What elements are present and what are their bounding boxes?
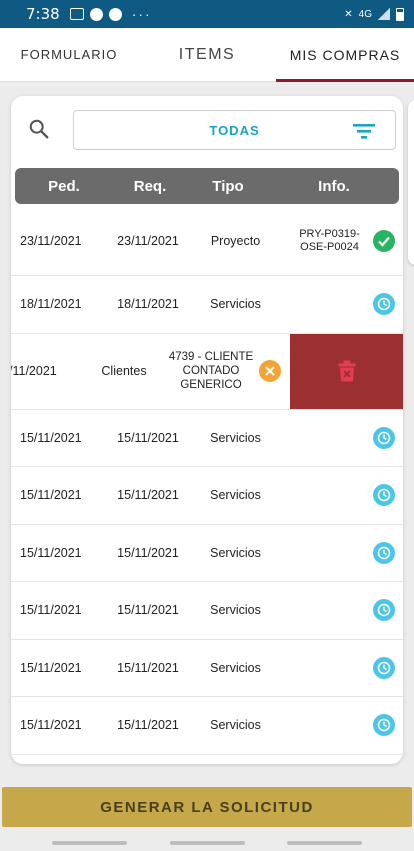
ped-date: 15/11/2021 bbox=[20, 603, 82, 618]
image-icon bbox=[69, 8, 84, 20]
tab-formulario[interactable]: FORMULARIO bbox=[0, 28, 138, 81]
tipo: Servicios bbox=[210, 718, 261, 733]
ped-date: /11/2021 bbox=[11, 364, 57, 378]
table-row[interactable]: 15/11/2021 15/11/2021 Servicios bbox=[11, 697, 403, 755]
clock-icon bbox=[373, 484, 395, 507]
clock-icon bbox=[373, 714, 395, 737]
messenger-icon bbox=[108, 7, 122, 21]
req-date: 18/11/2021 bbox=[117, 297, 179, 312]
purchases-list: 23/11/2021 23/11/2021 Proyecto PRY-P0319… bbox=[11, 206, 403, 755]
tipo: Servicios bbox=[210, 430, 261, 445]
status-filter-select[interactable]: TODAS bbox=[73, 110, 396, 150]
clock-icon bbox=[373, 656, 395, 679]
table-row[interactable]: 15/11/2021 15/11/2021 Servicios bbox=[11, 640, 403, 697]
search-icon[interactable] bbox=[28, 118, 50, 140]
delete-button[interactable] bbox=[290, 333, 403, 409]
req-date: 15/11/2021 bbox=[117, 545, 179, 560]
generate-request-button[interactable]: GENERAR LA SOLICITUD bbox=[2, 787, 412, 827]
clock-icon bbox=[373, 293, 395, 316]
table-row[interactable]: 15/11/2021 15/11/2021 Servicios bbox=[11, 525, 403, 582]
tipo: Servicios bbox=[210, 660, 261, 675]
more-notifications: ··· bbox=[131, 6, 152, 22]
ped-date: 18/11/2021 bbox=[20, 297, 82, 312]
system-icons: ✕ 4G bbox=[344, 7, 404, 21]
purchases-card: TODAS Ped. Req. Tipo Info. 23/11/2021 23… bbox=[11, 96, 403, 764]
adjacent-page-edge bbox=[408, 100, 414, 265]
battery-icon bbox=[396, 7, 404, 21]
tab-mis-compras[interactable]: MIS COMPRAS bbox=[276, 28, 414, 82]
tipo: Proyecto bbox=[210, 233, 261, 248]
req-date: 15/11/2021 bbox=[117, 718, 179, 733]
system-nav-bar bbox=[0, 832, 414, 851]
tipo: Clientes bbox=[101, 364, 147, 378]
clock-time: 7:38 bbox=[26, 5, 60, 23]
req-date: 23/11/2021 bbox=[117, 233, 179, 248]
table-row-swiped[interactable]: /11/2021 Clientes 4739 - CLIENTE CONTADO… bbox=[11, 333, 403, 410]
filter-selected-value: TODAS bbox=[209, 122, 260, 138]
table-row[interactable]: 18/11/2021 18/11/2021 Servicios bbox=[11, 276, 403, 334]
tipo: Servicios bbox=[210, 545, 261, 560]
search-row: TODAS bbox=[11, 96, 403, 162]
clock-icon bbox=[373, 426, 395, 449]
network-label: 4G bbox=[358, 8, 372, 20]
table-header: Ped. Req. Tipo Info. bbox=[15, 168, 399, 204]
table-row[interactable]: 15/11/2021 15/11/2021 Servicios bbox=[11, 582, 403, 640]
check-icon bbox=[373, 229, 395, 252]
cancel-icon bbox=[259, 360, 281, 382]
mute-icon: ✕ bbox=[344, 8, 353, 20]
req-date: 15/11/2021 bbox=[117, 430, 179, 445]
tipo: Servicios bbox=[210, 297, 261, 312]
header-tipo[interactable]: Tipo bbox=[187, 178, 269, 195]
req-date: 15/11/2021 bbox=[117, 603, 179, 618]
clock-icon bbox=[373, 541, 395, 564]
header-ped[interactable]: Ped. bbox=[15, 178, 113, 195]
tipo: Servicios bbox=[210, 603, 261, 618]
ped-date: 15/11/2021 bbox=[20, 488, 82, 503]
tipo: Servicios bbox=[210, 488, 261, 503]
header-req[interactable]: Req. bbox=[113, 178, 187, 195]
nav-handle[interactable] bbox=[170, 841, 245, 845]
req-date: 15/11/2021 bbox=[117, 488, 179, 503]
tab-items[interactable]: ITEMS bbox=[138, 28, 276, 81]
filter-icon[interactable] bbox=[353, 123, 375, 139]
table-row[interactable]: 15/11/2021 15/11/2021 Servicios bbox=[11, 410, 403, 467]
info: 4739 - CLIENTE CONTADO GENERICO bbox=[168, 351, 254, 391]
ped-date: 23/11/2021 bbox=[20, 233, 82, 248]
messenger-icon bbox=[89, 7, 103, 21]
table-row[interactable]: 23/11/2021 23/11/2021 Proyecto PRY-P0319… bbox=[11, 206, 403, 276]
clock-icon bbox=[373, 599, 395, 622]
ped-date: 15/11/2021 bbox=[20, 718, 82, 733]
status-bar: 7:38 ··· ✕ 4G bbox=[0, 0, 414, 28]
signal-icon bbox=[378, 8, 390, 20]
req-date: 15/11/2021 bbox=[117, 660, 179, 675]
header-info[interactable]: Info. bbox=[269, 178, 399, 195]
ped-date: 15/11/2021 bbox=[20, 430, 82, 445]
nav-handle[interactable] bbox=[287, 841, 362, 845]
ped-date: 15/11/2021 bbox=[20, 660, 82, 675]
nav-handle[interactable] bbox=[52, 841, 127, 845]
tab-bar: FORMULARIO ITEMS MIS COMPRAS bbox=[0, 28, 414, 82]
table-row[interactable]: 15/11/2021 15/11/2021 Servicios bbox=[11, 467, 403, 525]
trash-icon bbox=[338, 360, 355, 382]
ped-date: 15/11/2021 bbox=[20, 545, 82, 560]
